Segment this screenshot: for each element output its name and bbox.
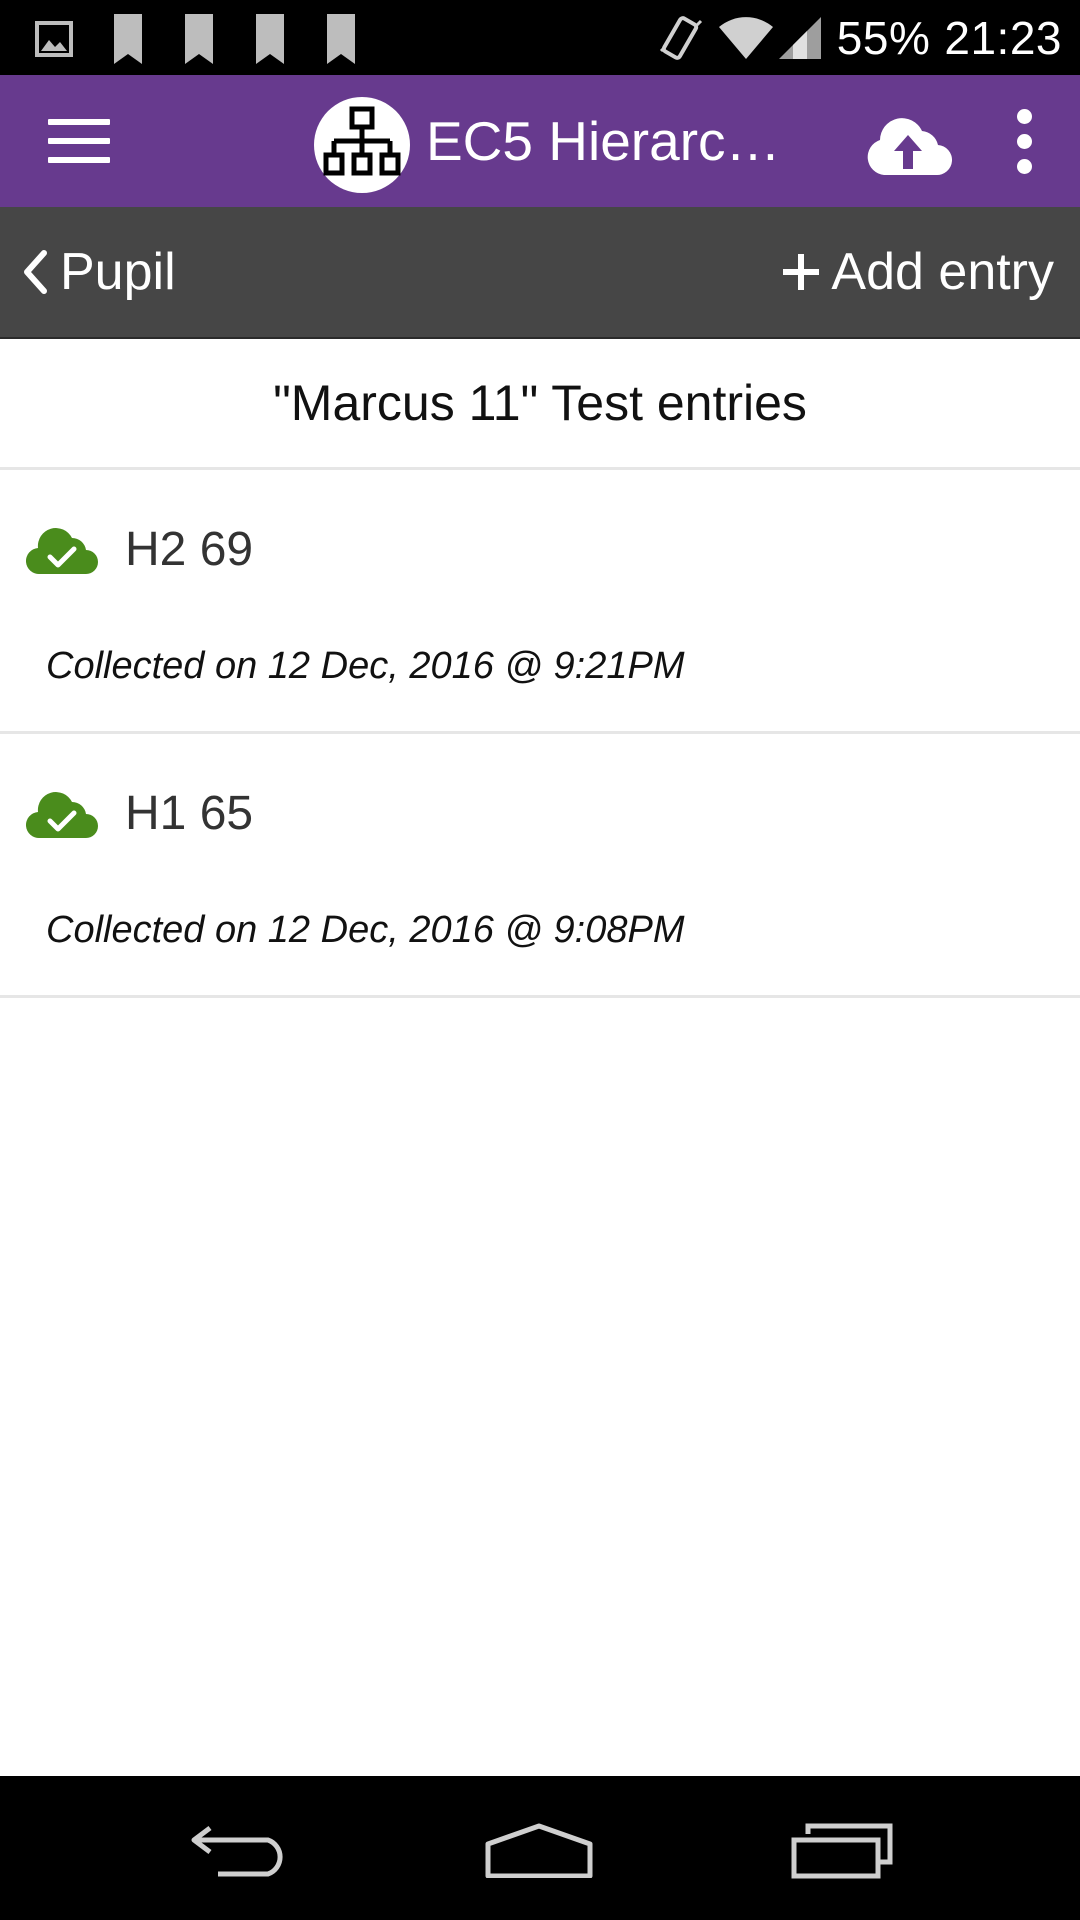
bookmark-icon [114,14,142,64]
menu-icon [48,119,110,125]
entry-date: Collected on 12 Dec, 2016 @ 9:08PM [46,909,685,951]
list-item[interactable]: H2 69 Collected on 12 Dec, 2016 @ 9:21PM [0,470,1080,734]
entry-date: Collected on 12 Dec, 2016 @ 9:21PM [46,645,685,687]
system-indicators: 55% 21:23 [657,0,1062,75]
back-icon[interactable] [188,1822,292,1878]
battery-percent: 55% [836,11,931,64]
bookmark-icon [327,14,355,64]
list-item[interactable]: H1 65 Collected on 12 Dec, 2016 @ 9:08PM [0,734,1080,998]
vibrate-icon [659,15,702,60]
recents-icon[interactable] [790,1822,894,1880]
hierarchy-logo-icon [323,106,401,176]
wifi-icon [718,16,773,59]
more-options-button[interactable] [1010,109,1040,175]
back-label: Pupil [60,243,176,301]
app-title: EC5 Hierarc… [426,110,781,172]
plus-icon [783,254,820,290]
system-navigation-bar [0,1776,1080,1920]
entry-title: H1 65 [125,787,254,840]
upload-button[interactable] [864,115,953,177]
more-vert-icon [1017,109,1032,124]
image-icon [35,21,73,57]
home-icon[interactable] [484,1822,594,1878]
cloud-check-icon [26,792,98,839]
back-to-pupil-button[interactable]: Pupil [22,239,176,305]
chevron-left-icon [24,250,47,294]
app-logo [314,97,410,193]
entry-title: H2 69 [125,523,254,576]
sub-navigation-bar: Pupil Add entry [0,207,1080,339]
clock: 21:23 [944,11,1062,64]
list-heading: "Marcus 11" Test entries [0,339,1080,470]
menu-button[interactable] [48,119,110,163]
bookmark-icon [256,14,284,64]
signal-icon [778,16,821,59]
notification-icons [35,14,396,64]
app-bar: EC5 Hierarc… [0,75,1080,207]
add-entry-button[interactable]: Add entry [781,239,1054,305]
add-entry-label: Add entry [831,243,1054,301]
cloud-upload-icon [867,118,953,176]
cloud-check-icon [26,528,98,575]
bookmark-icon [185,14,213,64]
status-bar: 55% 21:23 [0,0,1080,75]
entries-list: H2 69 Collected on 12 Dec, 2016 @ 9:21PM… [0,470,1080,998]
